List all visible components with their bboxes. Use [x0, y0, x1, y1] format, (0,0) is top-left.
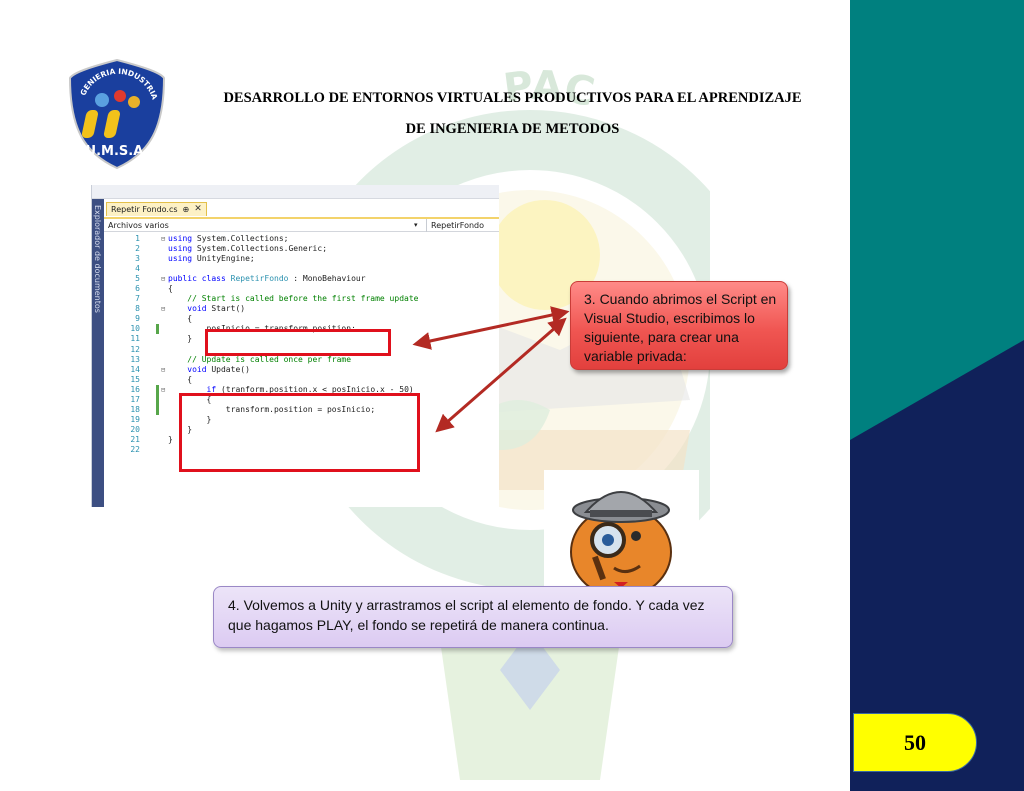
fold-icon[interactable]: ⊟	[161, 234, 165, 244]
page-number-badge: 50	[853, 713, 977, 772]
side-strip-label: Explorador de documentos	[93, 205, 102, 313]
code-line[interactable]: 13 // Update is called once per frame	[104, 355, 499, 365]
line-number: 3	[135, 254, 140, 264]
code-text: {	[168, 284, 173, 294]
line-number: 15	[130, 374, 140, 384]
document-title-line-1: DESARROLLO DE ENTORNOS VIRTUALES PRODUCT…	[223, 90, 802, 106]
chevron-down-icon[interactable]: ▾	[414, 219, 418, 232]
detective-mascot	[544, 470, 699, 588]
code-line[interactable]: 6{	[104, 284, 499, 294]
line-number: 1	[135, 234, 140, 243]
close-icon[interactable]: ✕	[194, 203, 202, 216]
line-number: 7	[135, 294, 140, 304]
change-marker	[156, 324, 159, 335]
line-number: 17	[130, 394, 140, 404]
line-number: 8	[135, 304, 140, 314]
line-number: 16	[130, 384, 140, 394]
line-number: 2	[135, 244, 140, 254]
line-number: 6	[135, 284, 140, 294]
editor-toolbar	[92, 185, 499, 199]
document-title-line-2: DE INGENIERIA DE METODOS	[405, 121, 620, 137]
line-number: 19	[130, 414, 140, 424]
code-line[interactable]: 1 ⊟ using System.Collections;	[104, 234, 499, 244]
code-line[interactable]: 14 ⊟ void Update()	[104, 365, 499, 375]
change-marker	[156, 394, 159, 405]
highlight-box-start	[205, 329, 391, 356]
code-line[interactable]: 3 using UnityEngine;	[104, 254, 499, 264]
line-number: 11	[130, 334, 140, 344]
code-text: using UnityEngine;	[168, 254, 255, 264]
fold-icon[interactable]: ⊟	[161, 385, 165, 395]
code-text: void Update()	[187, 364, 250, 374]
line-number: 21	[130, 434, 140, 444]
editor-tab-row: Repetir Fondo.cs ⊕ ✕	[104, 202, 499, 216]
code-text: {	[168, 314, 193, 324]
fold-icon[interactable]: ⊟	[161, 365, 165, 375]
code-text: {	[168, 374, 193, 384]
code-text: using System.Collections;	[168, 234, 289, 243]
code-line[interactable]: 8 ⊟ void Start()	[104, 304, 499, 314]
code-text: void Start()	[187, 304, 246, 314]
highlight-box-update	[179, 393, 420, 472]
callout-step-3: 3. Cuando abrimos el Script en Visual St…	[570, 281, 788, 370]
callout-step-4: 4. Volvemos a Unity y arrastramos el scr…	[213, 586, 733, 648]
code-line[interactable]: 9 {	[104, 314, 499, 324]
code-text: // Start is called before the first fram…	[187, 294, 419, 304]
line-number: 20	[130, 424, 140, 434]
line-number: 12	[130, 344, 140, 354]
tab-repetir-fondo[interactable]: Repetir Fondo.cs ⊕ ✕	[106, 202, 207, 216]
navigation-bar: Archivos varios ▾ RepetirFondo	[104, 217, 499, 232]
line-number: 18	[130, 404, 140, 414]
line-number: 4	[135, 264, 140, 274]
code-line[interactable]: 2 using System.Collections.Generic;	[104, 244, 499, 254]
fold-icon[interactable]: ⊟	[161, 274, 165, 284]
umsa-industrial-logo: INGENIERIA INDUSTRIAL U.M.S.A.	[68, 58, 166, 170]
code-text: }	[168, 434, 173, 444]
fold-icon[interactable]: ⊟	[161, 304, 165, 314]
code-line[interactable]: 4	[104, 264, 499, 274]
line-number: 9	[135, 314, 140, 324]
pin-icon[interactable]: ⊕	[183, 203, 190, 216]
change-marker	[156, 384, 159, 395]
project-dropdown[interactable]: Archivos varios	[108, 219, 169, 232]
side-band	[850, 0, 1024, 791]
code-text: }	[168, 334, 193, 344]
line-number: 10	[130, 324, 140, 334]
logo-initials: U.M.S.A.	[86, 144, 149, 159]
tab-label: Repetir Fondo.cs	[111, 205, 178, 214]
code-text: public class RepetirFondo : MonoBehaviou…	[168, 274, 366, 284]
line-number: 13	[130, 354, 140, 364]
line-number: 14	[130, 364, 140, 374]
code-text: using System.Collections.Generic;	[168, 244, 328, 254]
code-text: // Update is called once per frame	[187, 354, 352, 364]
code-line[interactable]: 15 {	[104, 375, 499, 385]
change-marker	[156, 404, 159, 415]
code-line[interactable]: 5 ⊟ public class RepetirFondo : MonoBehavi…	[104, 274, 499, 284]
document-explorer-strip[interactable]: Explorador de documentos	[92, 199, 104, 507]
class-dropdown[interactable]: RepetirFondo	[426, 219, 484, 232]
code-line[interactable]: 7 // Start is called before the first fr…	[104, 294, 499, 304]
line-number: 22	[130, 444, 140, 454]
line-number: 5	[135, 274, 140, 284]
visual-studio-screenshot: Explorador de documentos Repetir Fondo.c…	[91, 185, 499, 507]
